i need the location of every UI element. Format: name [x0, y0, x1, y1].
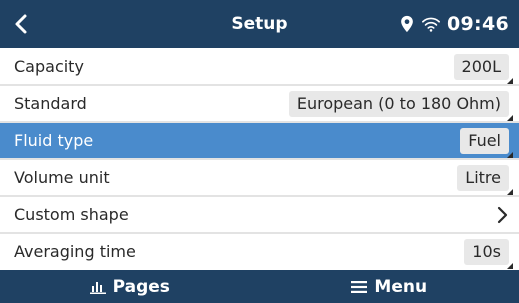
- averaging-time-value-button[interactable]: 10s: [464, 238, 513, 269]
- row-capacity[interactable]: Capacity 200L: [0, 49, 519, 86]
- bar-chart-icon: [89, 281, 106, 294]
- row-label: Volume unit: [14, 168, 110, 187]
- pages-label: Pages: [112, 276, 170, 297]
- row-averaging-time[interactable]: Averaging time 10s: [0, 234, 519, 269]
- menu-button[interactable]: Menu: [260, 270, 519, 303]
- chevron-left-icon[interactable]: [10, 12, 34, 36]
- menu-label: Menu: [374, 276, 428, 297]
- clock: 09:46: [447, 13, 509, 35]
- top-bar: Setup 09:46: [0, 0, 519, 48]
- settings-list: Capacity 200L Standard European (0 to 18…: [0, 49, 519, 271]
- status-area: 09:46: [399, 0, 509, 48]
- row-custom-shape[interactable]: Custom shape: [0, 197, 519, 234]
- pages-button[interactable]: Pages: [0, 270, 260, 303]
- row-label: Standard: [14, 94, 87, 113]
- row-label: Fluid type: [14, 131, 94, 150]
- row-volume-unit[interactable]: Volume unit Litre: [0, 160, 519, 197]
- hamburger-menu-icon: [351, 280, 368, 293]
- row-fluid-type[interactable]: Fluid type Fuel: [0, 123, 519, 160]
- bottom-bar: Pages Menu: [0, 270, 519, 303]
- screen: Setup 09:46 Capacity 200L Standard Europ…: [0, 0, 519, 303]
- wifi-icon: [422, 17, 441, 32]
- row-standard[interactable]: Standard European (0 to 180 Ohm): [0, 86, 519, 123]
- capacity-value-button[interactable]: 200L: [453, 53, 514, 84]
- volume-unit-value-button[interactable]: Litre: [457, 164, 513, 195]
- location-pin-icon: [401, 15, 413, 33]
- row-label: Averaging time: [14, 242, 136, 261]
- fluid-type-value-button[interactable]: Fuel: [460, 127, 513, 158]
- standard-value-button[interactable]: European (0 to 180 Ohm): [288, 90, 514, 121]
- row-label: Capacity: [14, 57, 84, 76]
- chevron-right-icon[interactable]: [495, 206, 509, 224]
- row-label: Custom shape: [14, 205, 129, 224]
